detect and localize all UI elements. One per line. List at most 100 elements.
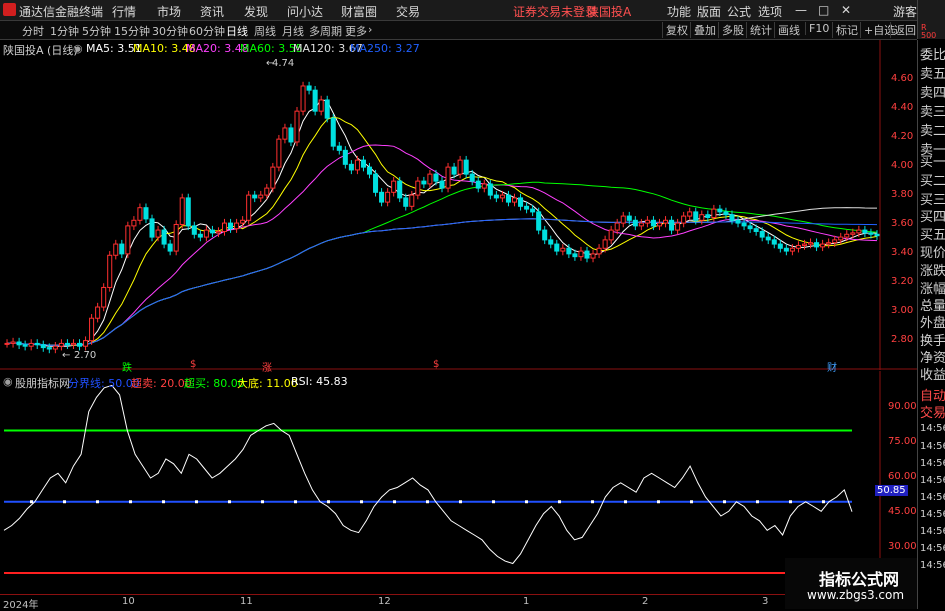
candle-body [814, 242, 820, 248]
candle-body [826, 242, 832, 245]
quote-field: 委比 [920, 48, 945, 63]
candle-body [463, 159, 469, 175]
menu-wealth-circle[interactable]: 财富圈 [341, 3, 377, 20]
level-marker [228, 500, 231, 504]
candle-body [373, 173, 379, 193]
candle-body [505, 194, 511, 203]
candle-body [536, 211, 542, 231]
candle-body [699, 214, 705, 221]
candle-body [113, 243, 119, 256]
tab-60min[interactable]: 60分钟 [189, 23, 225, 39]
candle-body [789, 247, 795, 252]
f10-button[interactable]: F10 [805, 22, 832, 35]
event-marker-dividend[interactable]: $ [190, 359, 196, 370]
candle-body [173, 223, 179, 252]
quote-field: 卖四 [920, 86, 945, 101]
event-marker-dividend[interactable]: $ [433, 359, 439, 370]
quote-field: 现价 [920, 246, 945, 261]
back-button[interactable]: 返回 [890, 22, 919, 38]
high-price-label: 4.74 [272, 58, 295, 69]
candle-body [705, 214, 711, 218]
candle-body [524, 205, 530, 210]
tab-weekly[interactable]: 周线 [254, 23, 276, 39]
x-axis [0, 594, 917, 610]
menu-bar: 通达信金融终端 行情 市场 资讯 发现 问小达 财富圈 交易 证券交易未登录 陕… [0, 0, 945, 21]
indicator-chart[interactable] [0, 371, 917, 593]
ma-line-20 [6, 144, 878, 346]
r-number: 500 [921, 31, 937, 40]
menu-trade[interactable]: 交易 [396, 3, 420, 20]
level-marker [63, 500, 66, 504]
candle-body [330, 117, 336, 147]
candle-body [530, 208, 536, 213]
quote-field: 买二 [920, 174, 945, 189]
minimize-button[interactable]: — [795, 3, 807, 17]
param-bottom: 大底: 11.00 [237, 377, 298, 390]
maximize-button[interactable]: □ [818, 3, 829, 17]
indicator-settings-icon[interactable]: ◉ [3, 375, 13, 388]
ind-y-tick: 75.00 [888, 436, 917, 447]
statistics-button[interactable]: 统计 [746, 22, 775, 38]
candle-body [554, 243, 560, 252]
menu-ask-xiaoda[interactable]: 问小达 [287, 3, 323, 20]
period-toolbar: 分时 1分钟 5分钟 15分钟 30分钟 60分钟 日线 周线 月线 多周期 更… [0, 21, 917, 40]
param-rsi: RSI: 45.83 [291, 375, 348, 388]
candle-body [777, 243, 783, 249]
multi-stock-button[interactable]: 多股 [718, 22, 747, 38]
draw-line-button[interactable]: 画线 [774, 22, 803, 38]
candle-body [34, 342, 40, 346]
current-value-badge: 50.85 [875, 485, 908, 496]
y-tick: 2.80 [891, 334, 914, 345]
candle-body [28, 342, 34, 347]
tab-5min[interactable]: 5分钟 [82, 23, 111, 39]
menu-market[interactable]: 市场 [157, 3, 181, 20]
candle-body [215, 230, 221, 234]
menu-layout[interactable]: 版面 [697, 3, 721, 20]
candle-body [832, 239, 838, 244]
menu-news[interactable]: 资讯 [200, 3, 224, 20]
menu-discover[interactable]: 发现 [244, 3, 268, 20]
price-chart[interactable] [0, 40, 917, 370]
candle-body [590, 253, 596, 259]
tab-30min[interactable]: 30分钟 [152, 23, 188, 39]
level-marker [129, 500, 132, 504]
overlay-button[interactable]: 叠加 [690, 22, 719, 38]
trade-time: 14:56 [920, 509, 945, 520]
ma-line-120 [6, 207, 877, 346]
guest-label[interactable]: 游客 [893, 3, 917, 20]
tab-1min[interactable]: 1分钟 [50, 23, 79, 39]
quote-panel: 委比 卖五 卖四 卖三 卖二 卖一 买一 买二 买三 买四 买五 现价 涨跌 涨… [917, 40, 945, 609]
candle-body [155, 229, 161, 238]
candle-body [4, 342, 10, 345]
chart-settings-icon[interactable]: ◉ [73, 42, 83, 55]
candle-body [518, 197, 524, 207]
candle-body [379, 191, 385, 203]
tab-multi-period[interactable]: 多周期 [309, 23, 342, 39]
close-button[interactable]: ✕ [841, 3, 851, 17]
menu-options[interactable]: 选项 [758, 3, 782, 20]
restore-rights-button[interactable]: 复权 [662, 22, 691, 38]
menu-function[interactable]: 功能 [667, 3, 691, 20]
tab-trades[interactable]: 交易 [920, 402, 945, 421]
quote-field: 买四 [920, 210, 945, 225]
tab-15min[interactable]: 15分钟 [114, 23, 150, 39]
more-chevron-icon[interactable]: › [368, 23, 372, 36]
menu-formula[interactable]: 公式 [727, 3, 751, 20]
ind-y-tick: 90.00 [888, 401, 917, 412]
candle-body [234, 222, 240, 230]
mark-button[interactable]: 标记 [832, 22, 861, 38]
param-oversold: 超卖: 20.00 [131, 377, 192, 390]
trade-time: 14:56 [920, 526, 945, 537]
tab-timeshare[interactable]: 分时 [22, 23, 44, 39]
candle-body [258, 194, 264, 199]
candle-body [445, 166, 451, 189]
candle-body [602, 239, 608, 249]
menu-quotes[interactable]: 行情 [112, 3, 136, 20]
tab-daily[interactable]: 日线 [226, 23, 248, 39]
login-status[interactable]: 证券交易未登录 [513, 3, 597, 20]
x-tick: 10 [122, 596, 135, 607]
tab-monthly[interactable]: 月线 [282, 23, 304, 39]
tab-more[interactable]: 更多 [345, 23, 367, 39]
low-price-label: 2.70 [74, 350, 97, 361]
candle-body [795, 244, 801, 249]
